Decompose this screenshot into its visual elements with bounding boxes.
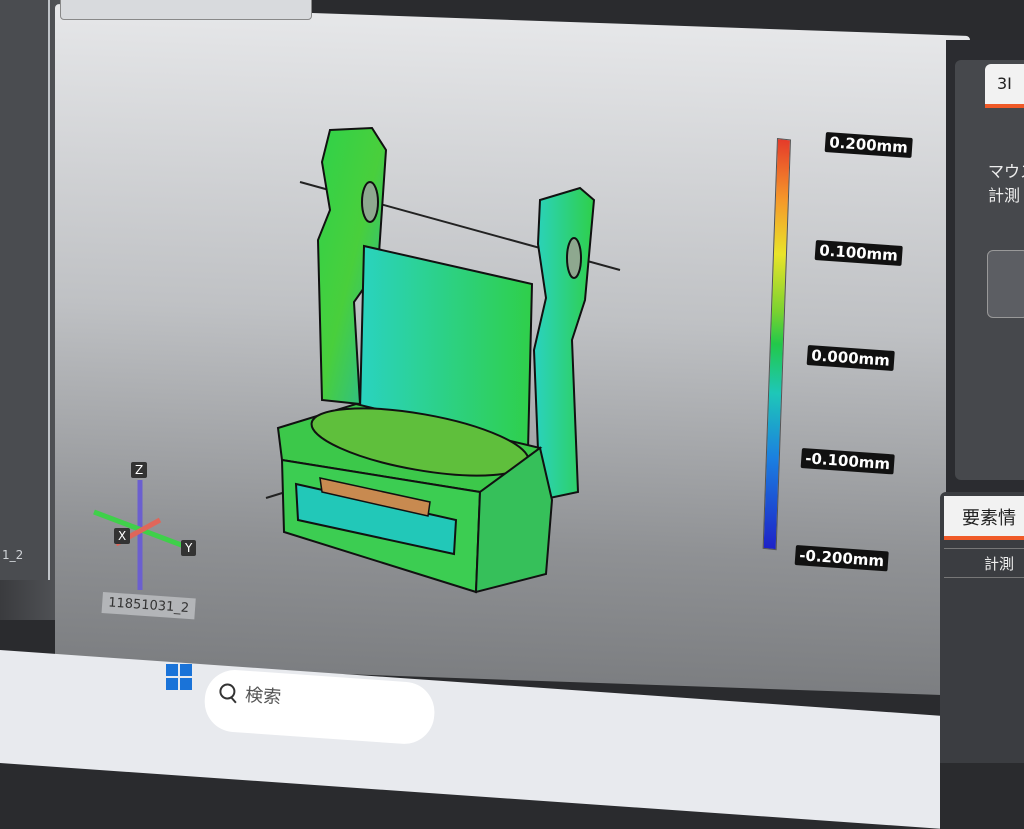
- mouse-panel-line1: マウス: [988, 162, 1024, 181]
- search-placeholder: 検索: [244, 684, 282, 709]
- left-hole: [361, 181, 379, 223]
- axis-y-label: Y: [181, 540, 197, 556]
- axis-z-label: Z: [131, 462, 148, 478]
- 3d-model[interactable]: [0, 0, 1024, 763]
- axis-triad: [93, 480, 185, 590]
- right-hole: [566, 237, 582, 279]
- mouse-panel-text: マウス 計測: [988, 160, 1024, 208]
- windows-icon[interactable]: [166, 664, 192, 690]
- search-icon: [218, 682, 236, 701]
- mouse-panel-line2: 計測: [988, 186, 1021, 205]
- tab-element-info[interactable]: 要素情: [944, 496, 1024, 540]
- axis-x-label: X: [114, 528, 131, 544]
- tab-3d[interactable]: 3I: [985, 64, 1024, 108]
- right-upright: [532, 186, 596, 502]
- element-info-column-header: 計測: [944, 548, 1024, 578]
- mouse-panel-button[interactable]: [987, 250, 1024, 318]
